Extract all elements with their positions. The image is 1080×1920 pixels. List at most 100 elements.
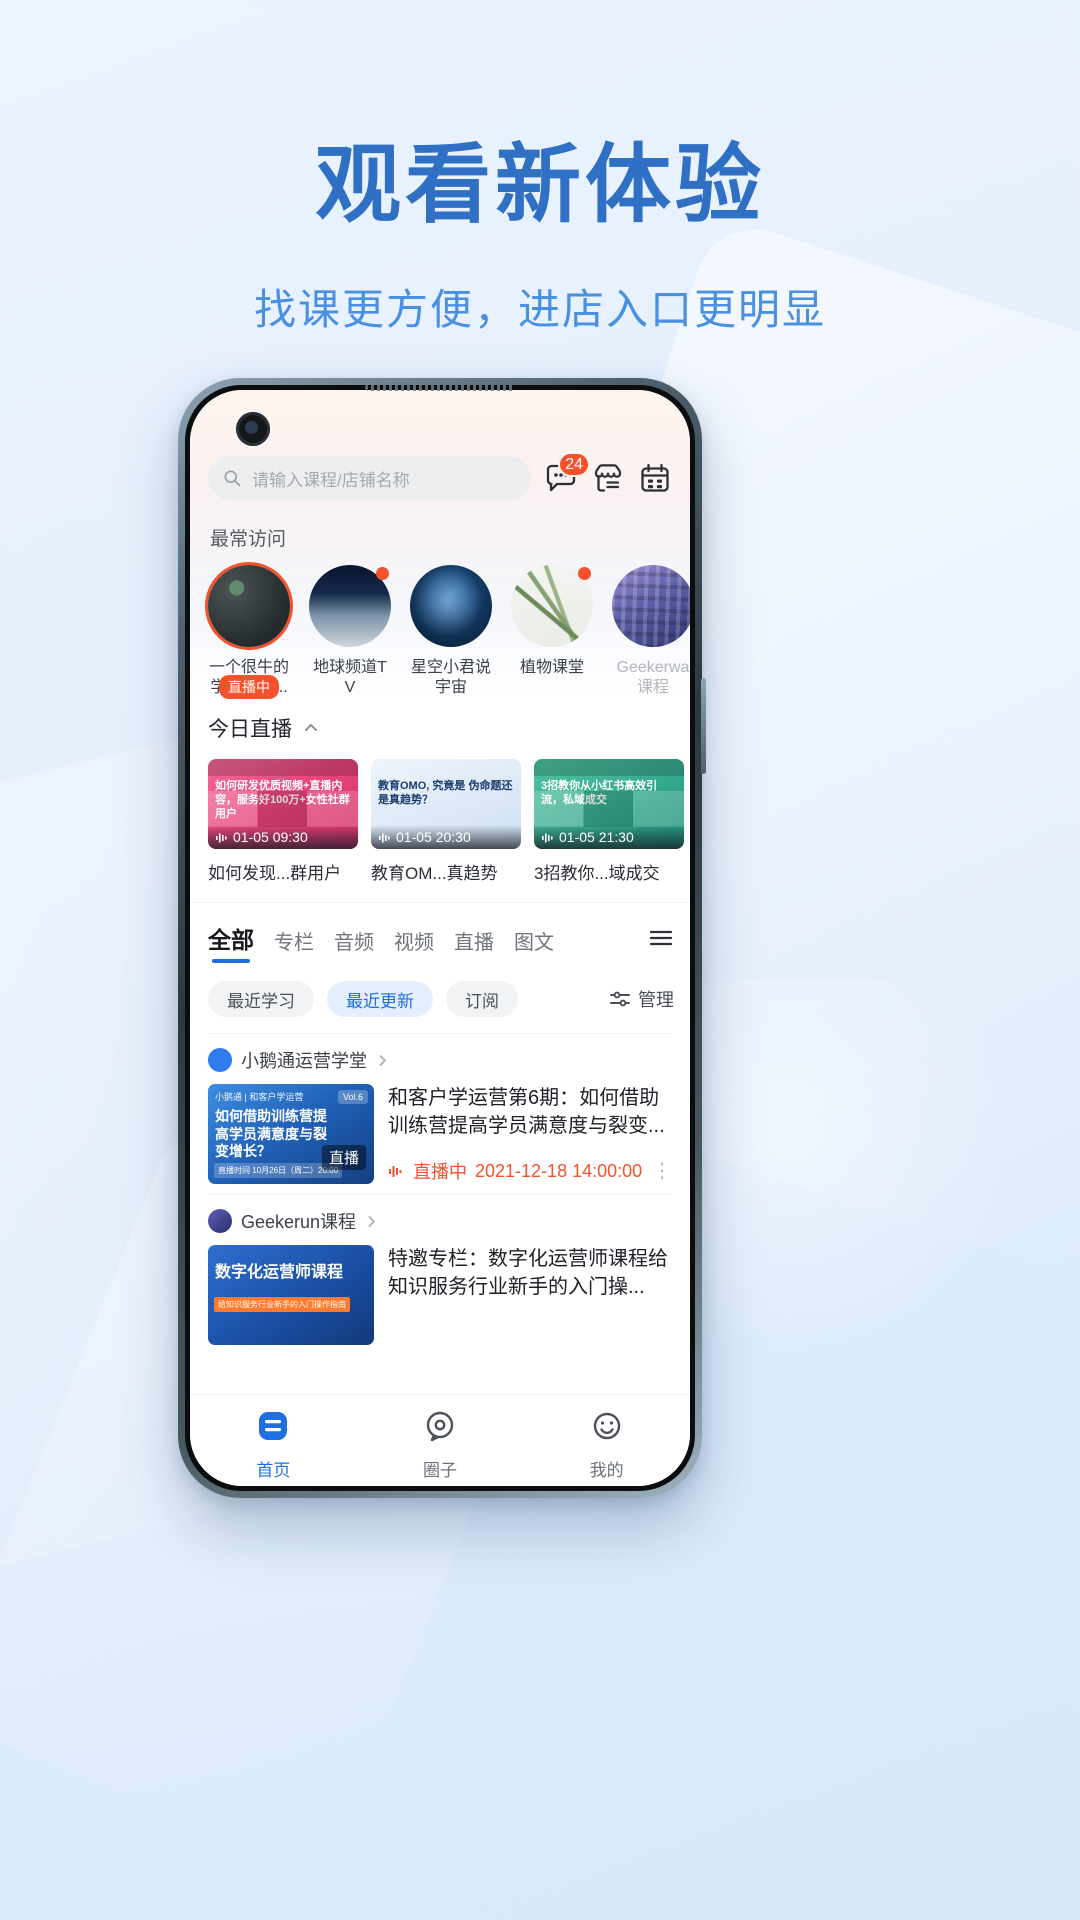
most-visited-title: 最常访问 [210,529,287,550]
today-live-header[interactable]: 今日直播 [208,713,690,743]
thumb-sub: 给知识服务行业新手的入门操作指南 [214,1297,350,1313]
search-row: 请输入课程/店铺名称 24 [208,452,672,500]
nav-circle-label: 圈子 [423,1461,457,1480]
thumb-volume: Vol.6 [337,1090,368,1105]
nav-home[interactable]: 首页 [190,1406,357,1481]
nav-circle[interactable]: 圈子 [357,1406,524,1481]
live-time: 01-05 21:30 [559,829,634,846]
most-visited-item[interactable]: 植物课堂 [511,565,593,697]
list-item[interactable]: 小鹅通运营学堂 小鹅通 | 和客户学运营 Vol.6 如何借助训练营提高学员满意… [208,1033,672,1194]
tab-video[interactable]: 视频 [394,926,434,963]
most-visited-item[interactable]: 直播中 一个很牛的学术大讲... [208,565,290,700]
course-title: 和客户学运营第6期：如何借助训练营提高学员满意度与裂变... [388,1087,665,1138]
thumb-heading: 数字化运营师课程 [215,1264,344,1282]
filter-recent-update[interactable]: 最近更新 [327,981,433,1018]
most-visited-item[interactable]: Geekerwa课程 [612,565,690,697]
audio-wave-icon [389,1165,402,1177]
audio-wave-icon [542,833,553,843]
tabs-fade [608,909,638,964]
list-item[interactable]: Geekerun课程 数字化运营师课程 给知识服务行业新手的入门操作指南 特邀专… [208,1194,672,1355]
more-vertical-icon[interactable]: ⋮ [652,1161,672,1181]
shop-avatar [208,1048,232,1073]
thumb-people [208,791,358,828]
tab-audio[interactable]: 音频 [334,926,374,963]
course-thumbnail: 小鹅通 | 和客户学运营 Vol.6 如何借助训练营提高学员满意度与裂变增长？ … [208,1084,374,1185]
shop-name: 小鹅通运营学堂 [241,1051,367,1072]
audio-wave-icon [379,833,390,843]
avatar [612,565,690,647]
live-time-bar: 01-05 09:30 [208,825,358,850]
unread-dot [376,567,389,580]
content-tabs-section: 全部 专栏 音频 视频 直播 图文 最近学习 最近更新 订阅 管理 [190,902,690,1034]
manage-label: 管理 [638,990,674,1011]
thumb-live-tag: 直播 [321,1145,366,1171]
avatar [208,565,290,647]
most-visited-label: Geekerwa课程 [616,659,690,696]
course-time: 2021-12-18 14:00:00 [475,1160,643,1181]
filter-subscribe[interactable]: 订阅 [446,981,518,1018]
filter-row: 最近学习 最近更新 订阅 管理 [190,963,690,1033]
phone-speaker-grille [365,385,515,391]
most-visited-item[interactable]: 星空小君说宇宙 [410,565,492,697]
audio-wave-icon [216,833,227,843]
live-card-title: 如何发现...群用户 [208,864,342,884]
profile-smile-icon [593,1412,620,1440]
nav-profile-label: 我的 [589,1461,624,1480]
tab-column[interactable]: 专栏 [274,926,314,963]
live-thumbnail: 3招教你从小红书高效引流，私域成交 01-05 21:30 [534,759,684,850]
content-tabs: 全部 专栏 音频 视频 直播 图文 [190,903,690,964]
live-card-title: 教育OM...真趋势 [371,864,498,884]
bottom-navigation: 首页 圈子 我的 [190,1394,690,1486]
filter-recent-study[interactable]: 最近学习 [208,981,314,1018]
course-thumbnail: 数字化运营师课程 给知识服务行业新手的入门操作指南 [208,1245,374,1346]
home-icon [259,1412,288,1440]
tab-live[interactable]: 直播 [454,926,494,963]
calendar-button[interactable] [638,461,672,495]
course-info: 和客户学运营第6期：如何借助训练营提高学员满意度与裂变... 直播中 2021-… [388,1084,672,1184]
thumb-tag-band [534,759,684,777]
calendar-icon [641,463,669,492]
shop-avatar [208,1209,232,1234]
nav-profile[interactable]: 我的 [523,1406,690,1481]
promo-subheadline: 找课更方便，进店入口更明显 [253,286,826,334]
today-live-carousel[interactable]: 如何研发优质视频+直播内容，服务好100万+女性社群用户 01-05 09:30… [208,759,690,884]
live-card[interactable]: 教育OMO, 究竟是 伪命题还是真趋势？ 01-05 20:30 教育OM...… [371,759,521,884]
hamburger-icon [649,930,673,946]
manage-button[interactable]: 管理 [609,986,674,1012]
chat-button[interactable]: 24 [544,452,590,495]
thumb-brand: 小鹅通 | 和客户学运营 [215,1092,304,1103]
live-thumbnail: 如何研发优质视频+直播内容，服务好100万+女性社群用户 01-05 09:30 [208,759,358,850]
tab-graphic[interactable]: 图文 [514,926,554,963]
live-card[interactable]: 如何研发优质视频+直播内容，服务好100万+女性社群用户 01-05 09:30… [208,759,358,884]
live-card[interactable]: 3招教你从小红书高效引流，私域成交 01-05 21:30 3招教你...域成交 [534,759,684,884]
live-time-bar: 01-05 20:30 [371,825,521,850]
chevron-up-icon [305,724,317,732]
shop-icon [594,464,622,492]
shop-button[interactable] [591,461,625,495]
shop-link[interactable]: Geekerun课程 [208,1208,672,1234]
today-live-title: 今日直播 [208,718,292,742]
content-list: 小鹅通运营学堂 小鹅通 | 和客户学运营 Vol.6 如何借助训练营提高学员满意… [190,1033,690,1356]
shop-name: Geekerun课程 [241,1212,357,1233]
thumb-people [534,791,684,828]
search-input[interactable]: 请输入课程/店铺名称 [208,456,531,500]
avatar [410,565,492,647]
circle-chat-icon [426,1411,454,1442]
most-visited-item[interactable]: 地球频道TV [309,565,391,697]
course-item[interactable]: 小鹅通 | 和客户学运营 Vol.6 如何借助训练营提高学员满意度与裂变增长？ … [208,1084,672,1185]
tab-all[interactable]: 全部 [208,921,254,964]
nav-home-label: 首页 [256,1461,291,1480]
most-visited-label: 植物课堂 [519,659,584,676]
shop-link[interactable]: 小鹅通运营学堂 [208,1047,672,1073]
course-meta: 直播中 2021-12-18 14:00:00 ⋮ [388,1150,672,1184]
most-visited-label: 地球频道TV [313,659,387,696]
phone-screen: 请输入课程/店铺名称 24 最常访问 直播中 一个很牛的 ... 地球频道TV … [190,390,690,1486]
course-item[interactable]: 数字化运营师课程 给知识服务行业新手的入门操作指南 特邀专栏：数字化运营师课程给… [208,1245,672,1346]
live-time: 01-05 09:30 [233,829,308,846]
live-thumbnail: 教育OMO, 究竟是 伪命题还是真趋势？ 01-05 20:30 [371,759,521,850]
live-time: 01-05 20:30 [396,829,471,846]
live-card-title: 3招教你...域成交 [534,864,660,884]
tabs-menu-button[interactable] [648,928,674,963]
most-visited-label: 星空小君说宇宙 [410,659,491,696]
thumb-tag-band [208,759,358,777]
